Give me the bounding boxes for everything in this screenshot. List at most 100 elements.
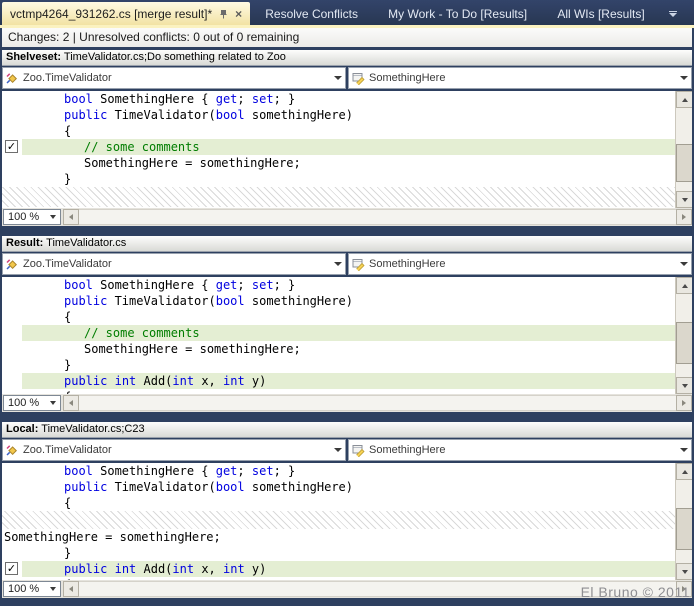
scrollbar-thumb[interactable] bbox=[676, 144, 692, 182]
code-editor-local[interactable]: bool SomethingHere { get; set; } public T… bbox=[2, 463, 692, 580]
horizontal-scrollbar-track[interactable] bbox=[79, 209, 676, 225]
combo-type-local[interactable]: Zoo.TimeValidator bbox=[2, 439, 346, 461]
close-icon[interactable]: × bbox=[235, 8, 242, 20]
combo-dropdown-button[interactable] bbox=[676, 68, 691, 88]
code-line: { bbox=[2, 389, 675, 394]
vertical-scrollbar[interactable] bbox=[675, 91, 692, 208]
code-line: // some comments bbox=[2, 325, 675, 341]
code-editor-result[interactable]: bool SomethingHere { get; set; } public T… bbox=[2, 277, 692, 394]
code-line: public int Add(int x, int y) bbox=[2, 373, 675, 389]
vertical-scrollbar[interactable] bbox=[675, 277, 692, 394]
code-token: ; } bbox=[273, 92, 296, 106]
chevron-down-icon bbox=[50, 401, 56, 405]
pane-title-shelveset: Shelveset: TimeValidator.cs;Do something… bbox=[2, 50, 692, 66]
combo-type-result[interactable]: Zoo.TimeValidator bbox=[2, 253, 346, 275]
code-token: int bbox=[223, 374, 245, 388]
combo-member-shelveset[interactable]: SomethingHere bbox=[348, 67, 692, 89]
scroll-left-button[interactable] bbox=[63, 209, 79, 225]
symbol-nav-row: Zoo.TimeValidator SomethingHere bbox=[2, 66, 692, 91]
change-checkbox[interactable]: ✓ bbox=[5, 140, 18, 153]
tab-all-wis[interactable]: All WIs [Results] bbox=[551, 7, 650, 21]
triangle-left-icon bbox=[69, 400, 73, 406]
combo-dropdown-button[interactable] bbox=[330, 440, 345, 460]
deleted-region-hatch bbox=[2, 187, 675, 207]
tab-merge-result[interactable]: vctmp4264_931262.cs [merge result]* × bbox=[2, 2, 251, 25]
code-token: somethingHere) bbox=[244, 294, 354, 308]
scroll-down-button[interactable] bbox=[676, 377, 692, 394]
zoom-level-dropdown[interactable]: 100 % bbox=[3, 209, 61, 225]
code-token: somethingHere) bbox=[244, 108, 354, 122]
symbol-nav-row: Zoo.TimeValidator SomethingHere bbox=[2, 438, 692, 463]
scroll-up-button[interactable] bbox=[676, 463, 692, 480]
code-line: { bbox=[2, 495, 675, 511]
zoom-level-dropdown[interactable]: 100 % bbox=[3, 395, 61, 411]
code-line: } bbox=[2, 171, 675, 187]
scroll-left-button[interactable] bbox=[63, 395, 79, 411]
triangle-up-icon bbox=[681, 283, 688, 288]
triangle-down-icon bbox=[681, 197, 688, 202]
document-tab-bar: vctmp4264_931262.cs [merge result]* × Re… bbox=[0, 0, 694, 25]
code-line: public TimeValidator(bool somethingHere) bbox=[2, 107, 675, 123]
conflict-status-bar: Changes: 2 | Unresolved conflicts: 0 out… bbox=[2, 28, 692, 47]
scrollbar-thumb[interactable] bbox=[676, 508, 692, 550]
combo-value: Zoo.TimeValidator bbox=[23, 72, 112, 84]
pane-local: Local: TimeValidator.cs;C23 Zoo.TimeValid… bbox=[2, 422, 692, 598]
scroll-right-button[interactable] bbox=[676, 395, 692, 411]
tab-resolve-conflicts[interactable]: Resolve Conflicts bbox=[259, 7, 364, 21]
code-token: x, bbox=[194, 562, 223, 576]
combo-type-shelveset[interactable]: Zoo.TimeValidator bbox=[2, 67, 346, 89]
combo-dropdown-button[interactable] bbox=[676, 254, 691, 274]
pane-shelveset: Shelveset: TimeValidator.cs;Do something… bbox=[2, 50, 692, 226]
code-token: TimeValidator( bbox=[107, 294, 216, 308]
property-icon bbox=[352, 72, 366, 85]
tab-my-work-to-do[interactable]: My Work - To Do [Results] bbox=[382, 7, 533, 21]
combo-dropdown-button[interactable] bbox=[330, 254, 345, 274]
chevron-down-icon bbox=[50, 587, 56, 591]
code-lines: bool SomethingHere { get; set; } public T… bbox=[2, 91, 675, 207]
combo-member-result[interactable]: SomethingHere bbox=[348, 253, 692, 275]
code-line: } bbox=[2, 357, 675, 373]
symbol-nav-row: Zoo.TimeValidator SomethingHere bbox=[2, 252, 692, 277]
zoom-level-dropdown[interactable]: 100 % bbox=[3, 581, 61, 597]
triangle-right-icon bbox=[682, 400, 686, 406]
scroll-up-button[interactable] bbox=[676, 277, 692, 294]
horizontal-scrollbar-track[interactable] bbox=[79, 395, 676, 411]
code-token: { bbox=[64, 390, 71, 394]
scroll-left-button[interactable] bbox=[63, 581, 79, 597]
code-token: somethingHere) bbox=[244, 480, 354, 494]
code-token: TimeValidator( bbox=[107, 480, 216, 494]
pane-bottom-bar: 100 % bbox=[2, 394, 692, 412]
code-token: x, bbox=[194, 374, 223, 388]
combo-member-local[interactable]: SomethingHere bbox=[348, 439, 692, 461]
combo-value: Zoo.TimeValidator bbox=[23, 444, 112, 456]
code-token: y) bbox=[244, 374, 267, 388]
triangle-left-icon bbox=[69, 586, 73, 592]
combo-value: SomethingHere bbox=[369, 72, 446, 84]
triangle-down-icon bbox=[681, 383, 688, 388]
scroll-up-button[interactable] bbox=[676, 91, 692, 108]
code-token: int bbox=[172, 562, 195, 576]
combo-dropdown-button[interactable] bbox=[330, 68, 345, 88]
watermark: El Bruno © 2011 bbox=[580, 584, 690, 600]
scroll-down-button[interactable] bbox=[676, 191, 692, 208]
change-checkbox[interactable]: ✓ bbox=[5, 562, 18, 575]
code-token: } bbox=[64, 172, 72, 186]
pane-title-label: Shelveset: bbox=[6, 51, 62, 63]
code-token: public bbox=[64, 294, 108, 308]
scroll-down-button[interactable] bbox=[676, 563, 692, 580]
combo-dropdown-button[interactable] bbox=[676, 440, 691, 460]
code-token: ; } bbox=[273, 464, 296, 478]
triangle-up-icon bbox=[681, 97, 688, 102]
scrollbar-thumb[interactable] bbox=[676, 322, 692, 364]
tab-list-chevron-icon[interactable] bbox=[668, 10, 677, 17]
code-token: SomethingHere = somethingHere; bbox=[84, 156, 301, 170]
chevron-down-icon bbox=[679, 448, 688, 452]
pin-icon[interactable] bbox=[219, 9, 228, 19]
code-token: } bbox=[64, 546, 72, 560]
combo-value: SomethingHere bbox=[369, 258, 446, 270]
scroll-right-button[interactable] bbox=[676, 209, 692, 225]
merge-tool-window: vctmp4264_931262.cs [merge result]* × Re… bbox=[0, 0, 694, 606]
code-editor-shelveset[interactable]: bool SomethingHere { get; set; } public T… bbox=[2, 91, 692, 208]
vertical-scrollbar[interactable] bbox=[675, 463, 692, 580]
